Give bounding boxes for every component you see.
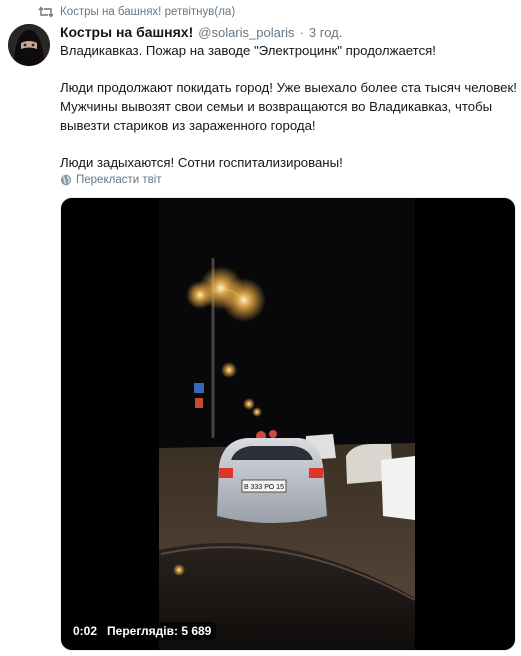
avatar-image [8, 24, 50, 66]
globe-icon [60, 174, 72, 186]
tweet-line: вывезти стариков из зараженного города! [60, 118, 316, 133]
tweet-header: Костры на башнях! @solaris_polaris · 3 г… [60, 24, 342, 40]
translate-label: Перекласти твіт [76, 174, 162, 186]
tweet-time[interactable]: 3 год. [309, 25, 342, 40]
author-handle[interactable]: @solaris_polaris [198, 25, 294, 40]
video-duration: 0:02 [73, 624, 98, 638]
retweet-context[interactable]: Костры на башнях! ретвітнув(ла) [38, 4, 235, 20]
tweet-line: Мужчины вывозят свои семьи и возвращаютс… [60, 99, 493, 114]
tweet-line: Люди задыхаются! Сотни госпитализированы… [60, 155, 343, 170]
avatar[interactable] [8, 24, 50, 66]
tweet-line: Люди продолжают покидать город! Уже выех… [60, 80, 517, 95]
retweet-icon [38, 6, 54, 18]
translate-tweet-link[interactable]: Перекласти твіт [60, 174, 162, 186]
retweet-label: Костры на башнях! ретвітнув(ла) [60, 6, 236, 18]
video-info-badge: 0:02 Переглядів: 5 689 [68, 622, 217, 640]
tweet-line: Владикавказ. Пожар на заводе "Электроцин… [60, 43, 436, 58]
author-name[interactable]: Костры на башнях! [60, 24, 193, 40]
separator: · [299, 25, 304, 40]
video-frame: В 333 РО 15 [61, 198, 515, 650]
tweet-text: Владикавказ. Пожар на заводе "Электроцин… [60, 41, 517, 172]
video-views: Переглядів: 5 689 [107, 624, 212, 638]
video-player[interactable]: В 333 РО 15 0:02 Переглядів: 5 689 [60, 197, 516, 651]
svg-text:В 333 РО 15: В 333 РО 15 [244, 484, 284, 491]
